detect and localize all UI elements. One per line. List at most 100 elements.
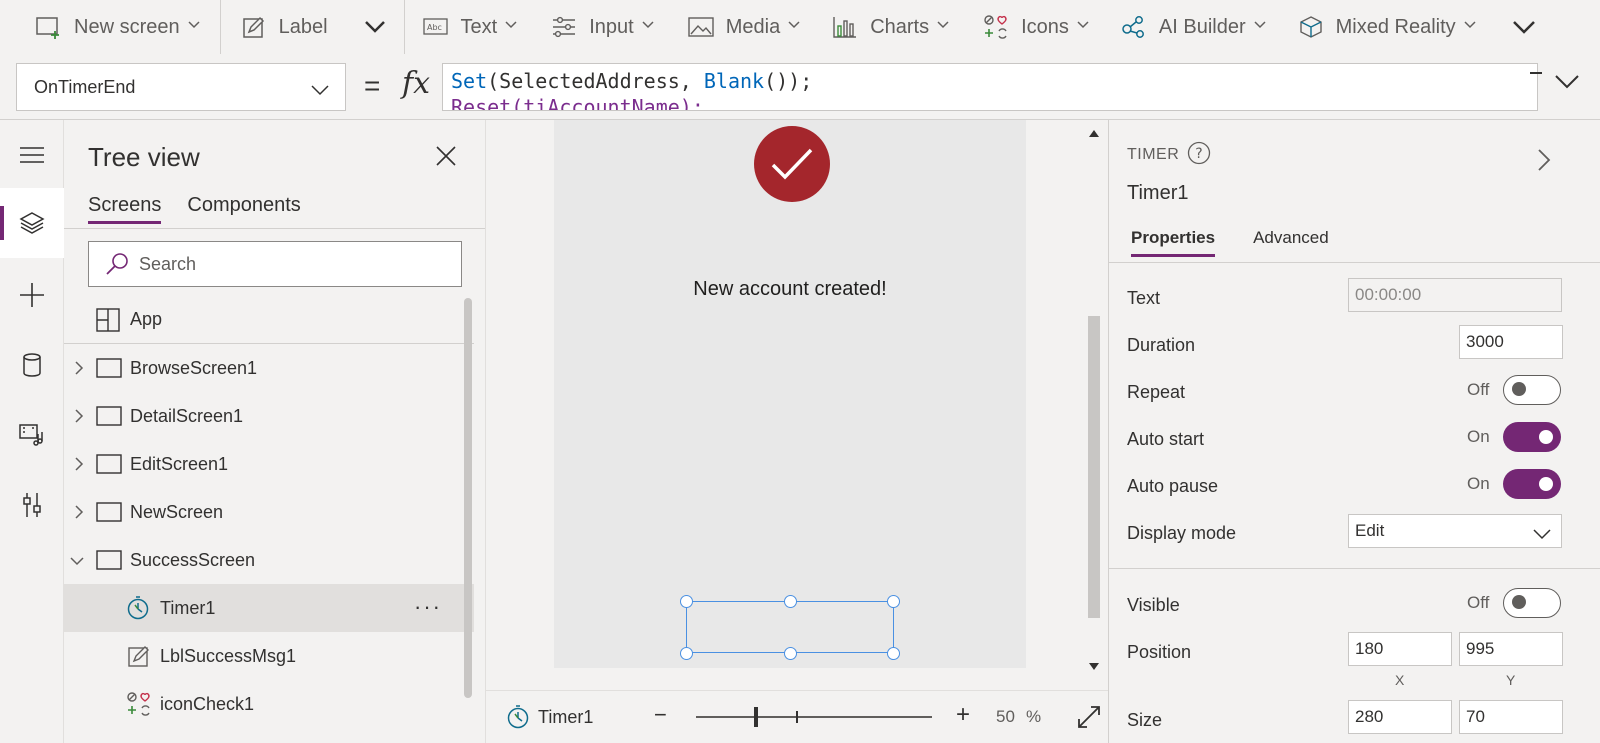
chevron-down-icon[interactable] <box>70 554 84 568</box>
advanced-tools-button[interactable] <box>0 470 64 540</box>
success-screen-preview[interactable]: New account created! <box>554 120 1026 668</box>
resize-handle[interactable] <box>887 595 900 608</box>
text-prop-input[interactable]: 00:00:00 <box>1348 278 1562 312</box>
tree-item-app[interactable]: App <box>64 296 474 344</box>
tree-item-editscreen1[interactable]: EditScreen1 <box>64 440 474 488</box>
autostart-toggle[interactable] <box>1503 422 1561 452</box>
chevron-down-icon <box>1555 75 1579 89</box>
tree-search-input[interactable] <box>139 253 439 275</box>
tab-components[interactable]: Components <box>187 194 300 224</box>
scroll-down-icon[interactable] <box>1088 662 1100 672</box>
visible-toggle[interactable] <box>1503 588 1561 618</box>
repeat-toggle[interactable] <box>1503 375 1561 405</box>
displaymode-dropdown[interactable]: Edit <box>1348 514 1562 548</box>
collapse-pane-button[interactable] <box>1537 148 1551 177</box>
new-screen-button[interactable]: New screen <box>36 0 200 54</box>
ai-builder-menu-label: AI Builder <box>1158 15 1246 38</box>
layers-icon <box>19 212 45 234</box>
tree-search-box[interactable] <box>88 241 462 287</box>
success-message-label[interactable]: New account created! <box>554 278 1026 301</box>
text-menu-button[interactable]: Abc Text <box>422 0 518 54</box>
input-menu-button[interactable]: Input <box>551 0 654 54</box>
scroll-thumb[interactable] <box>1088 316 1100 618</box>
label-label: Label <box>278 15 328 38</box>
tree-view-pane: Tree view Screens Components App BrowseS… <box>64 120 486 743</box>
duration-value: 3000 <box>1466 332 1504 351</box>
text-prop-label: Text <box>1127 288 1161 308</box>
tree-item-newscreen[interactable]: NewScreen <box>64 488 474 536</box>
formula-expand-button[interactable] <box>1554 74 1580 95</box>
media-menu-button[interactable]: Media <box>688 0 800 54</box>
more-options-icon[interactable]: ··· <box>414 594 442 620</box>
chevron-right-icon[interactable] <box>72 457 86 471</box>
input-menu-label: Input <box>589 15 634 38</box>
toggle-knob <box>1539 477 1553 491</box>
tree-item-timer1[interactable]: Timer1 ··· <box>64 584 474 632</box>
chevron-down-icon <box>1533 525 1551 545</box>
tree-view-button[interactable] <box>0 188 64 258</box>
chevron-right-icon[interactable] <box>72 361 86 375</box>
axis-x-label: X <box>1395 672 1405 688</box>
check-icon[interactable] <box>754 126 830 202</box>
timer-control-selection[interactable] <box>680 595 900 660</box>
tree-item-iconcheck1[interactable]: iconCheck1 <box>64 680 474 728</box>
media-menu-label: Media <box>725 15 781 38</box>
formula-scrollbar[interactable] <box>1530 72 1542 74</box>
hamburger-menu-button[interactable] <box>0 120 64 190</box>
resize-handle[interactable] <box>784 647 797 660</box>
formula-token: (SelectedAddress, <box>487 69 704 93</box>
tree-item-lblsuccessmsg1[interactable]: LblSuccessMsg1 <box>64 632 474 680</box>
ribbon-overflow-chevron[interactable] <box>364 0 386 54</box>
tab-screens[interactable]: Screens <box>88 194 162 224</box>
resize-handle[interactable] <box>680 595 693 608</box>
data-button[interactable] <box>0 330 64 400</box>
scroll-up-icon[interactable] <box>1088 128 1100 138</box>
chevron-down-icon <box>364 21 385 33</box>
tree-item-browsescreen1[interactable]: BrowseScreen1 <box>64 344 474 392</box>
tree-item-successscreen[interactable]: SuccessScreen <box>64 536 474 584</box>
chevron-right-icon <box>1538 149 1551 171</box>
design-canvas[interactable]: New account created! <box>486 120 1108 690</box>
formula-input[interactable]: Set(SelectedAddress, Blank()); Reset(tiA… <box>442 63 1538 111</box>
close-tree-view-button[interactable] <box>436 146 456 171</box>
tab-properties[interactable]: Properties <box>1131 228 1216 257</box>
mixed-reality-menu-button[interactable]: Mixed Reality <box>1298 0 1476 54</box>
label-button[interactable]: Label <box>241 0 328 54</box>
chevron-right-icon[interactable] <box>72 505 86 519</box>
help-icon[interactable]: ? <box>1187 141 1211 170</box>
icons-menu-button[interactable]: Icons <box>983 0 1089 54</box>
tools-icon <box>23 493 41 517</box>
autopause-toggle[interactable] <box>1503 469 1561 499</box>
zoom-slider-thumb[interactable] <box>754 707 758 727</box>
resize-handle[interactable] <box>887 647 900 660</box>
tree-item-label: BrowseScreen1 <box>130 357 258 378</box>
control-name[interactable]: Timer1 <box>1127 182 1188 205</box>
size-width-input[interactable]: 280 <box>1348 700 1452 734</box>
tree-item-detailscreen1[interactable]: DetailScreen1 <box>64 392 474 440</box>
insert-button[interactable] <box>0 260 64 330</box>
ai-builder-menu-button[interactable]: AI Builder <box>1121 0 1266 54</box>
tab-advanced[interactable]: Advanced <box>1253 228 1329 257</box>
position-x-input[interactable]: 180 <box>1348 632 1452 666</box>
size-label: Size <box>1127 710 1163 730</box>
resize-handle[interactable] <box>680 647 693 660</box>
duration-input[interactable]: 3000 <box>1459 325 1563 359</box>
tree-scrollbar[interactable] <box>464 298 472 698</box>
position-y-input[interactable]: 995 <box>1459 632 1563 666</box>
charts-icon <box>832 14 858 40</box>
charts-menu-button[interactable]: Charts <box>832 0 949 54</box>
resize-handle[interactable] <box>784 595 797 608</box>
fit-to-window-button[interactable] <box>1076 704 1102 735</box>
ribbon-toolbar: New screen Label Abc Text Input Media Ch… <box>0 0 1600 54</box>
media-button[interactable] <box>0 400 64 470</box>
selected-control-name[interactable]: Timer1 <box>538 707 593 728</box>
size-height-input[interactable]: 70 <box>1459 700 1563 734</box>
equals-sign: = <box>364 70 381 101</box>
ribbon-more-chevron[interactable] <box>1512 0 1536 54</box>
zoom-in-button[interactable]: + <box>956 701 970 729</box>
property-dropdown[interactable]: OnTimerEnd <box>16 63 346 111</box>
zoom-slider[interactable] <box>696 716 932 718</box>
zoom-out-button[interactable]: − <box>654 702 667 728</box>
chevron-right-icon[interactable] <box>72 409 86 423</box>
canvas-scrollbar[interactable] <box>1080 120 1108 690</box>
